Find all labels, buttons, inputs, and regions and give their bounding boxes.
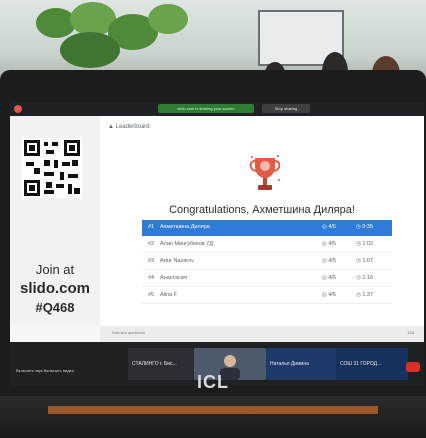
rank: #3 bbox=[148, 258, 155, 264]
leaderboard-row: #4 Анастасия ◎ 4/5 ◷ 1:16 bbox=[142, 271, 392, 287]
congrats-heading: Congratulations, Ахметшина Диляра! bbox=[169, 204, 355, 216]
rank: #4 bbox=[148, 275, 155, 281]
qr-code-icon bbox=[22, 138, 82, 198]
screen-share-notice: slido.com is sharing your screen bbox=[158, 104, 254, 113]
leaderboard-row: #3 Artur Nazarov ◎ 4/5 ◷ 1:07 bbox=[142, 254, 392, 270]
meeting-top-bar: slido.com is sharing your screen Stop sh… bbox=[10, 102, 424, 116]
leaderboard-row: #1 Ахметшина Диляра ◎ 4/5 ◷ 0:35 bbox=[142, 220, 392, 236]
leaderboard-list: #1 Ахметшина Диляра ◎ 4/5 ◷ 0:35 #2 Алан… bbox=[142, 220, 392, 305]
rank: #1 bbox=[148, 224, 155, 230]
participant-count: 103 bbox=[407, 330, 414, 335]
leaderboard-icon: ▲ bbox=[108, 124, 116, 130]
time: ◷ 1:02 bbox=[356, 241, 374, 247]
rank: #5 bbox=[148, 292, 155, 298]
recording-dot-icon bbox=[14, 105, 22, 113]
rank: #2 bbox=[148, 241, 155, 247]
laptop-keyboard-edge bbox=[48, 406, 378, 414]
participant-name: Ахметшина Диляра bbox=[160, 224, 210, 230]
leaderboard-row: #5 Alina F ◎ 4/5 ◷ 1:37 bbox=[142, 288, 392, 304]
trophy-icon bbox=[248, 154, 282, 194]
join-label: Join at bbox=[35, 262, 75, 277]
slido-join-sidebar: Join at slido.com #Q468 bbox=[10, 116, 100, 326]
participant-name: Artur Nazarov bbox=[160, 258, 194, 264]
questions-label: Nahdzul questions bbox=[112, 330, 145, 335]
event-code: #Q468 bbox=[35, 300, 75, 315]
participant-tile-label: Наталья Димина bbox=[270, 361, 309, 367]
participant-tile-label: СТАЛИНГО г. Бис... bbox=[132, 361, 177, 367]
time: ◷ 0:35 bbox=[356, 224, 374, 230]
score: ◎ 4/5 bbox=[322, 241, 336, 247]
score: ◎ 4/5 bbox=[322, 224, 336, 230]
tab-leaderboard[interactable]: ▲ Leaderboard bbox=[108, 124, 150, 130]
score: ◎ 4/5 bbox=[322, 258, 336, 264]
score: ◎ 4/5 bbox=[322, 275, 336, 281]
questions-footer: Nahdzul questions 103 bbox=[100, 326, 424, 342]
time: ◷ 1:37 bbox=[356, 292, 374, 298]
laptop-brand-logo: ICL bbox=[197, 372, 229, 392]
time: ◷ 1:16 bbox=[356, 275, 374, 281]
leaderboard-row: #2 Алан Мингубеков 7Д ◎ 4/5 ◷ 1:02 bbox=[142, 237, 392, 253]
plant-leaf bbox=[60, 32, 120, 68]
leaderboard-panel: ▲ Leaderboard Congratulations, Ахметшина… bbox=[100, 116, 424, 326]
stop-sharing-button[interactable]: Stop sharing bbox=[262, 104, 310, 113]
join-site: slido.com bbox=[19, 280, 90, 297]
participant-tile-label: СОШ 31 ГОРОД... bbox=[340, 361, 382, 367]
tab-leaderboard-label: Leaderboard bbox=[115, 124, 150, 130]
end-call-button[interactable] bbox=[406, 362, 420, 372]
laptop-base bbox=[0, 396, 426, 438]
participant-name: Alina F bbox=[160, 292, 178, 298]
score: ◎ 4/5 bbox=[322, 292, 336, 298]
time: ◷ 1:07 bbox=[356, 258, 374, 264]
participant-name: Алан Мингубеков 7Д bbox=[160, 241, 213, 247]
participant-name: Анастасия bbox=[160, 275, 187, 281]
plant-leaf bbox=[148, 4, 188, 34]
laptop-screen: slido.com is sharing your screen Stop sh… bbox=[10, 102, 424, 386]
